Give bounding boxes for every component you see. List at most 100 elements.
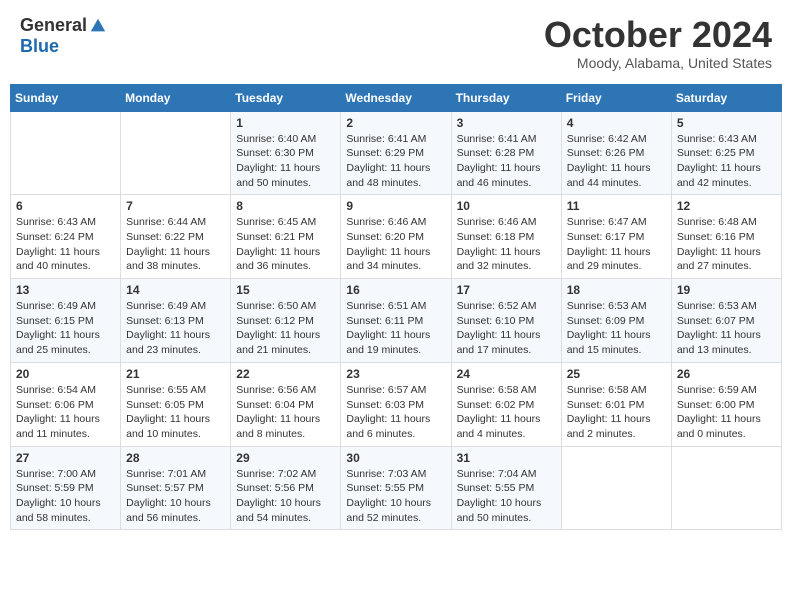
day-info: Sunrise: 6:59 AMSunset: 6:00 PMDaylight:…: [677, 383, 776, 442]
day-info: Sunrise: 6:41 AMSunset: 6:29 PMDaylight:…: [346, 132, 445, 191]
calendar-day-header: Tuesday: [231, 84, 341, 111]
calendar-week-row: 1Sunrise: 6:40 AMSunset: 6:30 PMDaylight…: [11, 111, 782, 195]
day-number: 3: [457, 116, 556, 130]
logo-blue-text: Blue: [20, 36, 59, 57]
day-number: 29: [236, 451, 335, 465]
calendar-day-cell: 1Sunrise: 6:40 AMSunset: 6:30 PMDaylight…: [231, 111, 341, 195]
day-info: Sunrise: 6:44 AMSunset: 6:22 PMDaylight:…: [126, 215, 225, 274]
day-info: Sunrise: 6:55 AMSunset: 6:05 PMDaylight:…: [126, 383, 225, 442]
location-text: Moody, Alabama, United States: [544, 55, 772, 71]
calendar-day-cell: [11, 111, 121, 195]
day-info: Sunrise: 6:50 AMSunset: 6:12 PMDaylight:…: [236, 299, 335, 358]
calendar-header-row: SundayMondayTuesdayWednesdayThursdayFrid…: [11, 84, 782, 111]
calendar-day-header: Monday: [121, 84, 231, 111]
day-info: Sunrise: 7:02 AMSunset: 5:56 PMDaylight:…: [236, 467, 335, 526]
calendar-day-cell: [561, 446, 671, 530]
calendar-day-cell: 26 Sunrise: 6:59 AMSunset: 6:00 PMDayligh…: [671, 362, 781, 446]
day-number: 17: [457, 283, 556, 297]
day-info: Sunrise: 6:53 AMSunset: 6:07 PMDaylight:…: [677, 299, 776, 358]
day-number: 10: [457, 199, 556, 213]
day-info: Sunrise: 7:01 AMSunset: 5:57 PMDaylight:…: [126, 467, 225, 526]
calendar-week-row: 20 Sunrise: 6:54 AMSunset: 6:06 PMDayligh…: [11, 362, 782, 446]
day-number: 20: [16, 367, 115, 381]
calendar-week-row: 6 Sunrise: 6:43 AMSunset: 6:24 PMDaylight…: [11, 195, 782, 279]
day-number: 21: [126, 367, 225, 381]
day-info: Sunrise: 6:58 AMSunset: 6:01 PMDaylight:…: [567, 383, 666, 442]
day-number: 30: [346, 451, 445, 465]
calendar-day-cell: 11 Sunrise: 6:47 AMSunset: 6:17 PMDayligh…: [561, 195, 671, 279]
calendar-day-header: Wednesday: [341, 84, 451, 111]
calendar-day-cell: 21 Sunrise: 6:55 AMSunset: 6:05 PMDayligh…: [121, 362, 231, 446]
month-title: October 2024: [544, 15, 772, 55]
day-info: Sunrise: 6:53 AMSunset: 6:09 PMDaylight:…: [567, 299, 666, 358]
day-info: Sunrise: 6:58 AMSunset: 6:02 PMDaylight:…: [457, 383, 556, 442]
day-number: 5: [677, 116, 776, 130]
calendar-day-cell: 2Sunrise: 6:41 AMSunset: 6:29 PMDaylight…: [341, 111, 451, 195]
day-number: 27: [16, 451, 115, 465]
day-info: Sunrise: 6:56 AMSunset: 6:04 PMDaylight:…: [236, 383, 335, 442]
calendar-day-cell: 18Sunrise: 6:53 AMSunset: 6:09 PMDayligh…: [561, 279, 671, 363]
logo: General Blue: [20, 15, 107, 57]
calendar-week-row: 13Sunrise: 6:49 AMSunset: 6:15 PMDayligh…: [11, 279, 782, 363]
day-number: 4: [567, 116, 666, 130]
day-info: Sunrise: 7:03 AMSunset: 5:55 PMDaylight:…: [346, 467, 445, 526]
calendar-day-header: Sunday: [11, 84, 121, 111]
day-info: Sunrise: 6:41 AMSunset: 6:28 PMDaylight:…: [457, 132, 556, 191]
calendar-day-cell: 17 Sunrise: 6:52 AMSunset: 6:10 PMDayligh…: [451, 279, 561, 363]
day-number: 6: [16, 199, 115, 213]
header: General Blue October 2024 Moody, Alabama…: [10, 10, 782, 76]
calendar-table: SundayMondayTuesdayWednesdayThursdayFrid…: [10, 84, 782, 531]
calendar-day-cell: 22 Sunrise: 6:56 AMSunset: 6:04 PMDayligh…: [231, 362, 341, 446]
calendar-day-header: Friday: [561, 84, 671, 111]
calendar-day-cell: 23Sunrise: 6:57 AMSunset: 6:03 PMDayligh…: [341, 362, 451, 446]
calendar-day-cell: 15 Sunrise: 6:50 AMSunset: 6:12 PMDayligh…: [231, 279, 341, 363]
day-number: 9: [346, 199, 445, 213]
day-number: 22: [236, 367, 335, 381]
calendar-day-cell: 10 Sunrise: 6:46 AMSunset: 6:18 PMDayligh…: [451, 195, 561, 279]
day-number: 16: [346, 283, 445, 297]
day-number: 15: [236, 283, 335, 297]
calendar-day-header: Saturday: [671, 84, 781, 111]
calendar-day-cell: 30 Sunrise: 7:03 AMSunset: 5:55 PMDayligh…: [341, 446, 451, 530]
calendar-day-cell: 16 Sunrise: 6:51 AMSunset: 6:11 PMDayligh…: [341, 279, 451, 363]
calendar-day-cell: 7Sunrise: 6:44 AMSunset: 6:22 PMDaylight…: [121, 195, 231, 279]
day-number: 26: [677, 367, 776, 381]
day-info: Sunrise: 6:43 AMSunset: 6:25 PMDaylight:…: [677, 132, 776, 191]
day-info: Sunrise: 6:47 AMSunset: 6:17 PMDaylight:…: [567, 215, 666, 274]
calendar-day-cell: 5 Sunrise: 6:43 AMSunset: 6:25 PMDaylight…: [671, 111, 781, 195]
day-number: 14: [126, 283, 225, 297]
calendar-day-cell: 24Sunrise: 6:58 AMSunset: 6:02 PMDayligh…: [451, 362, 561, 446]
day-info: Sunrise: 6:51 AMSunset: 6:11 PMDaylight:…: [346, 299, 445, 358]
day-info: Sunrise: 7:04 AMSunset: 5:55 PMDaylight:…: [457, 467, 556, 526]
day-info: Sunrise: 6:45 AMSunset: 6:21 PMDaylight:…: [236, 215, 335, 274]
day-info: Sunrise: 6:42 AMSunset: 6:26 PMDaylight:…: [567, 132, 666, 191]
day-number: 25: [567, 367, 666, 381]
calendar-day-cell: 8Sunrise: 6:45 AMSunset: 6:21 PMDaylight…: [231, 195, 341, 279]
calendar-day-header: Thursday: [451, 84, 561, 111]
calendar-day-cell: 3 Sunrise: 6:41 AMSunset: 6:28 PMDaylight…: [451, 111, 561, 195]
day-info: Sunrise: 6:52 AMSunset: 6:10 PMDaylight:…: [457, 299, 556, 358]
day-info: Sunrise: 6:46 AMSunset: 6:20 PMDaylight:…: [346, 215, 445, 274]
day-info: Sunrise: 6:43 AMSunset: 6:24 PMDaylight:…: [16, 215, 115, 274]
day-number: 19: [677, 283, 776, 297]
logo-icon: [89, 17, 107, 35]
calendar-day-cell: 14 Sunrise: 6:49 AMSunset: 6:13 PMDayligh…: [121, 279, 231, 363]
calendar-day-cell: 13Sunrise: 6:49 AMSunset: 6:15 PMDayligh…: [11, 279, 121, 363]
day-info: Sunrise: 6:57 AMSunset: 6:03 PMDaylight:…: [346, 383, 445, 442]
calendar-day-cell: 19 Sunrise: 6:53 AMSunset: 6:07 PMDayligh…: [671, 279, 781, 363]
calendar-day-cell: [121, 111, 231, 195]
calendar-day-cell: 20 Sunrise: 6:54 AMSunset: 6:06 PMDayligh…: [11, 362, 121, 446]
calendar-day-cell: 4 Sunrise: 6:42 AMSunset: 6:26 PMDaylight…: [561, 111, 671, 195]
day-info: Sunrise: 6:46 AMSunset: 6:18 PMDaylight:…: [457, 215, 556, 274]
day-info: Sunrise: 6:49 AMSunset: 6:15 PMDaylight:…: [16, 299, 115, 358]
day-info: Sunrise: 6:49 AMSunset: 6:13 PMDaylight:…: [126, 299, 225, 358]
calendar-day-cell: 31 Sunrise: 7:04 AMSunset: 5:55 PMDayligh…: [451, 446, 561, 530]
calendar-day-cell: 29 Sunrise: 7:02 AMSunset: 5:56 PMDayligh…: [231, 446, 341, 530]
day-info: Sunrise: 6:54 AMSunset: 6:06 PMDaylight:…: [16, 383, 115, 442]
day-info: Sunrise: 6:48 AMSunset: 6:16 PMDaylight:…: [677, 215, 776, 274]
day-info: Sunrise: 7:00 AMSunset: 5:59 PMDaylight:…: [16, 467, 115, 526]
day-number: 31: [457, 451, 556, 465]
day-number: 28: [126, 451, 225, 465]
day-number: 1: [236, 116, 335, 130]
day-number: 11: [567, 199, 666, 213]
